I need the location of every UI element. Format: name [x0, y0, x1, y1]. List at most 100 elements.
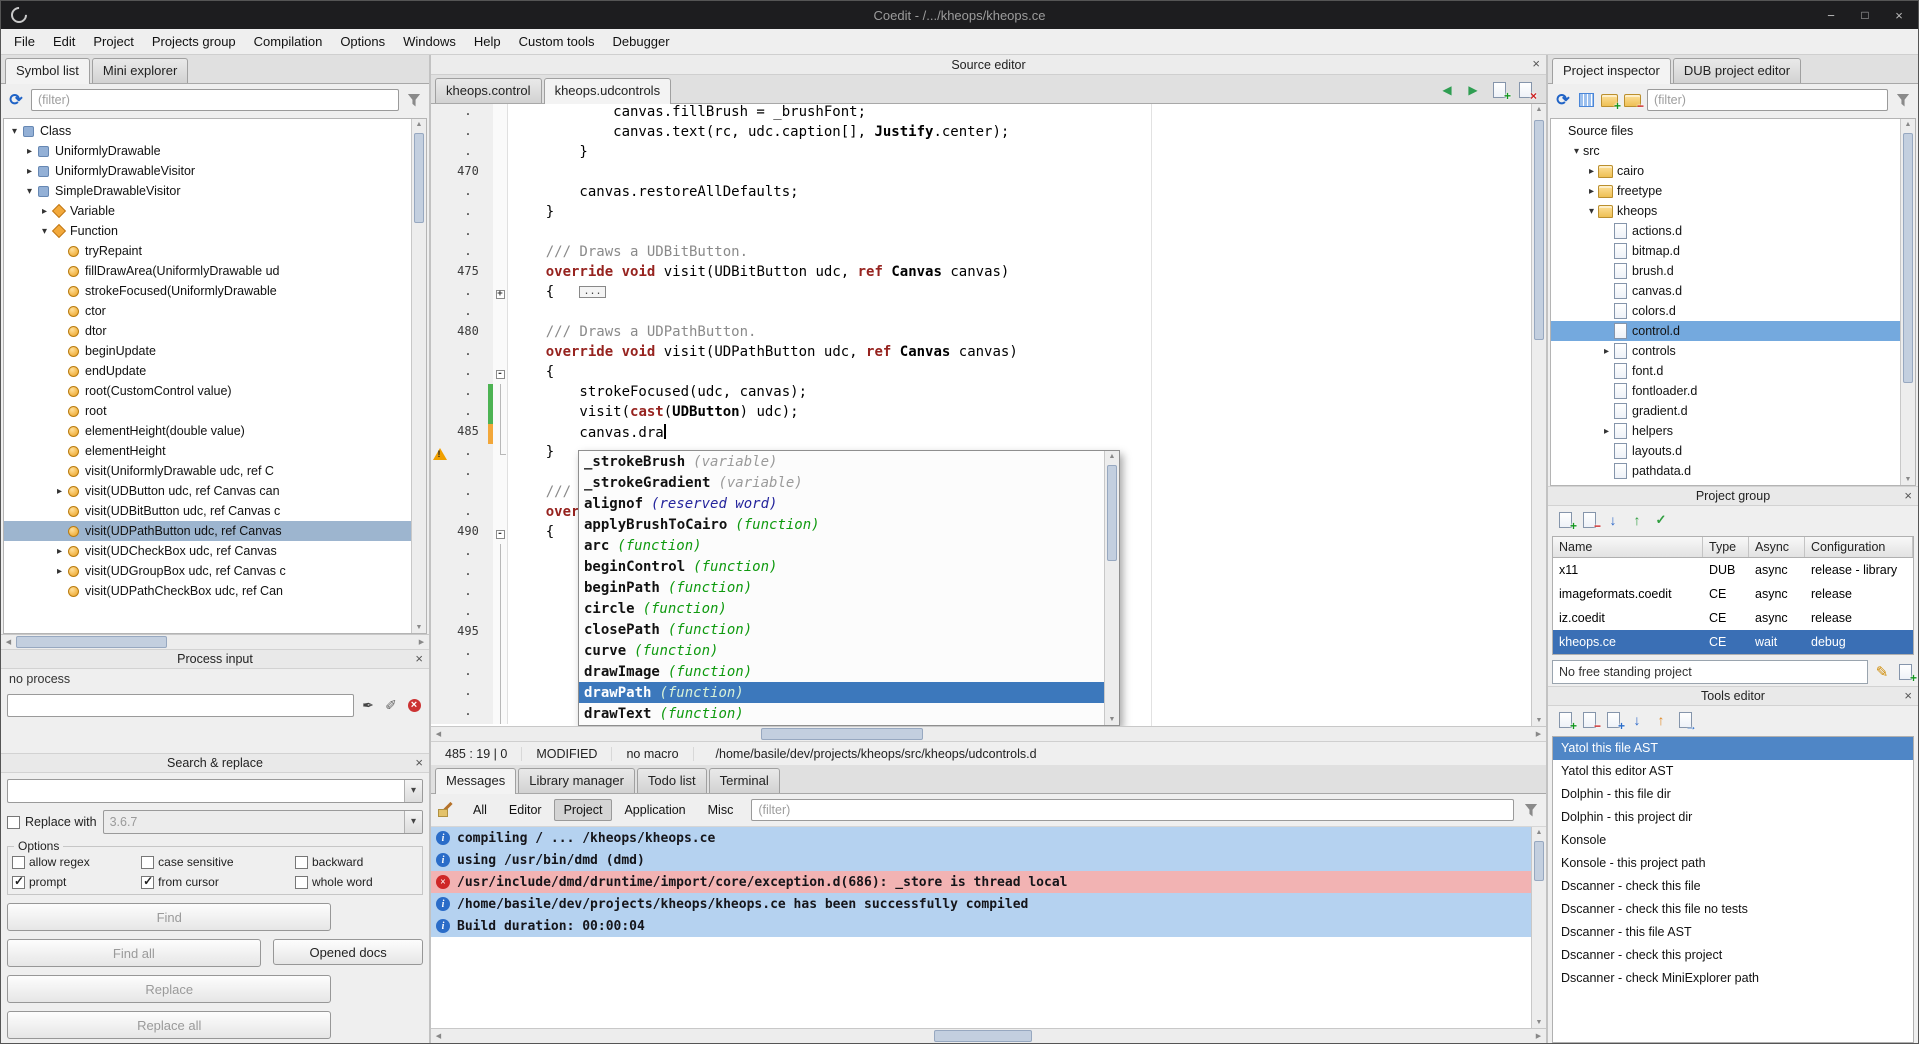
refresh-icon[interactable]	[7, 91, 25, 109]
completion-item-begincontrol[interactable]: beginControl(function)	[579, 556, 1104, 577]
symbol-item-visit-udpathbutton-udc-ref-canvas[interactable]: visit(UDPathButton udc, ref Canvas	[4, 521, 411, 541]
files-tree-vscrollbar[interactable]	[1900, 119, 1915, 485]
completion-item-closepath[interactable]: closePath(function)	[579, 619, 1104, 640]
symbol-item-uniformlydrawable[interactable]: ▸UniformlyDrawable	[4, 141, 411, 161]
branch-icon[interactable]	[1652, 511, 1670, 529]
symbol-item-root-customcontrol-value[interactable]: root(CustomControl value)	[4, 381, 411, 401]
file-item-kheops[interactable]: ▾kheops	[1551, 201, 1900, 221]
expander-icon[interactable]: ▸	[38, 206, 51, 217]
minimize-icon[interactable]	[1822, 6, 1840, 24]
replace-button[interactable]: Replace	[7, 975, 331, 1003]
fold-margin[interactable]: -	[493, 364, 508, 384]
close-icon[interactable]: ×	[1532, 57, 1540, 70]
menu-help[interactable]: Help	[465, 30, 510, 53]
symbol-tree-vscrollbar[interactable]	[411, 119, 426, 633]
file-item-pathdata-d[interactable]: pathdata.d	[1551, 461, 1900, 481]
checkbox-from-cursor[interactable]: from cursor	[141, 875, 295, 889]
symbol-item-variable[interactable]: ▸Variable	[4, 201, 411, 221]
tab-todo-list[interactable]: Todo list	[637, 768, 707, 793]
menu-compilation[interactable]: Compilation	[245, 30, 332, 53]
replace-with-checkbox[interactable]: Replace with	[7, 815, 97, 829]
expander-icon[interactable]: ▸	[23, 166, 36, 177]
symbol-item-class[interactable]: ▾Class	[4, 121, 411, 141]
doc-dup-icon[interactable]	[1604, 711, 1622, 729]
tab-symbol-list[interactable]: Symbol list	[5, 58, 90, 84]
tool-item-yatol-this-editor-ast[interactable]: Yatol this editor AST	[1553, 760, 1913, 783]
messages-filter-input[interactable]	[751, 799, 1514, 821]
symbol-item-root[interactable]: root	[4, 401, 411, 421]
menu-windows[interactable]: Windows	[394, 30, 465, 53]
move-down-icon[interactable]	[1604, 511, 1622, 529]
symbol-item-ctor[interactable]: ctor	[4, 301, 411, 321]
file-item-brush-d[interactable]: brush.d	[1551, 261, 1900, 281]
maximize-icon[interactable]	[1856, 6, 1874, 24]
nav-forward-icon[interactable]	[1464, 81, 1482, 99]
menu-file[interactable]: File	[5, 30, 44, 53]
project-row-x11[interactable]: x11DUBasyncrelease - library	[1553, 558, 1913, 582]
pen-icon[interactable]	[382, 696, 400, 714]
funnel-icon[interactable]	[1522, 801, 1540, 819]
file-item-fontloader-d[interactable]: fontloader.d	[1551, 381, 1900, 401]
message-row[interactable]: iusing /usr/bin/dmd (dmd)	[431, 849, 1531, 871]
file-item-src[interactable]: ▾src	[1551, 141, 1900, 161]
symbol-item-visit-udcheckbox-udc-ref-canvas[interactable]: ▸visit(UDCheckBox udc, ref Canvas	[4, 541, 411, 561]
menu-projects-group[interactable]: Projects group	[143, 30, 245, 53]
checkbox-box[interactable]	[141, 856, 154, 869]
menu-options[interactable]: Options	[331, 30, 394, 53]
tool-item-dscanner-this-file-ast[interactable]: Dscanner - this file AST	[1553, 921, 1913, 944]
nav-back-icon[interactable]	[1438, 81, 1456, 99]
messages-vscrollbar[interactable]	[1531, 827, 1546, 1028]
column-header-type[interactable]: Type	[1703, 537, 1749, 557]
close-icon[interactable]: ×	[415, 756, 423, 769]
file-item-helpers[interactable]: ▸helpers	[1551, 421, 1900, 441]
file-item-control-d[interactable]: control.d	[1551, 321, 1900, 341]
filter-all[interactable]: All	[463, 799, 497, 821]
scroll-left-icon[interactable]: ◀	[1, 638, 16, 646]
column-header-configuration[interactable]: Configuration	[1805, 537, 1913, 557]
fold-margin[interactable]: -	[493, 524, 508, 544]
expander-icon[interactable]: ▾	[38, 226, 51, 237]
completion-item-applybrushtocairo[interactable]: applyBrushToCairo(function)	[579, 514, 1104, 535]
close-icon[interactable]: ×	[1904, 489, 1912, 502]
message-row[interactable]: icompiling / ... /kheops/kheops.ce	[431, 827, 1531, 849]
fold-margin[interactable]: +	[493, 284, 508, 304]
completion-item-curve[interactable]: curve(function)	[579, 640, 1104, 661]
clear-icon[interactable]	[437, 801, 455, 819]
menu-edit[interactable]: Edit	[44, 30, 84, 53]
symbol-item-elementheight-double-value[interactable]: elementHeight(double value)	[4, 421, 411, 441]
checkbox-case-sensitive[interactable]: case sensitive	[141, 855, 295, 869]
inspector-filter-input[interactable]	[1647, 89, 1888, 111]
file-item-freetype[interactable]: ▸freetype	[1551, 181, 1900, 201]
checkbox-box[interactable]	[141, 876, 154, 889]
expander-icon[interactable]: ▸	[53, 546, 66, 557]
checkbox-whole-word[interactable]: whole word	[295, 875, 418, 889]
tool-item-dolphin-this-file-dir[interactable]: Dolphin - this file dir	[1553, 783, 1913, 806]
expander-icon[interactable]: ▸	[1585, 186, 1598, 197]
column-header-async[interactable]: Async	[1749, 537, 1805, 557]
expander-icon[interactable]: ▾	[1570, 146, 1583, 157]
scroll-left-icon[interactable]: ◀	[431, 1032, 446, 1040]
file-item-cairo[interactable]: ▸cairo	[1551, 161, 1900, 181]
process-input-field[interactable]	[7, 694, 354, 717]
messages-hscrollbar[interactable]: ◀ ▶	[431, 1028, 1546, 1043]
message-row[interactable]: i/home/basile/dev/projects/kheops/kheops…	[431, 893, 1531, 915]
tool-item-konsole[interactable]: Konsole	[1553, 829, 1913, 852]
file-item-gradient-d[interactable]: gradient.d	[1551, 401, 1900, 421]
tab-mini-explorer[interactable]: Mini explorer	[92, 58, 188, 83]
close-icon[interactable]: ×	[415, 652, 423, 665]
opened-docs-button[interactable]: Opened docs	[273, 939, 423, 965]
tool-item-dscanner-check-this-project[interactable]: Dscanner - check this project	[1553, 944, 1913, 967]
pencil-icon[interactable]	[1873, 663, 1891, 681]
symbol-tree-hscrollbar[interactable]: ◀ ▶	[1, 634, 429, 649]
completion-item-drawtext[interactable]: drawText(function)	[579, 703, 1104, 724]
doc-add-icon[interactable]	[1490, 81, 1508, 99]
expander-icon[interactable]: ▸	[1585, 166, 1598, 177]
tool-item-dscanner-check-miniexplorer-path[interactable]: Dscanner - check MiniExplorer path	[1553, 967, 1913, 990]
completion-item-arc[interactable]: arc(function)	[579, 535, 1104, 556]
scroll-right-icon[interactable]: ▶	[1531, 730, 1546, 738]
symbol-item-strokefocused-uniformlydrawable[interactable]: strokeFocused(UniformlyDrawable	[4, 281, 411, 301]
checkbox-box[interactable]	[295, 856, 308, 869]
close-icon[interactable]	[1890, 6, 1908, 24]
scroll-left-icon[interactable]: ◀	[431, 730, 446, 738]
symbol-item-visit-udbutton-udc-ref-canvas-can[interactable]: ▸visit(UDButton udc, ref Canvas can	[4, 481, 411, 501]
